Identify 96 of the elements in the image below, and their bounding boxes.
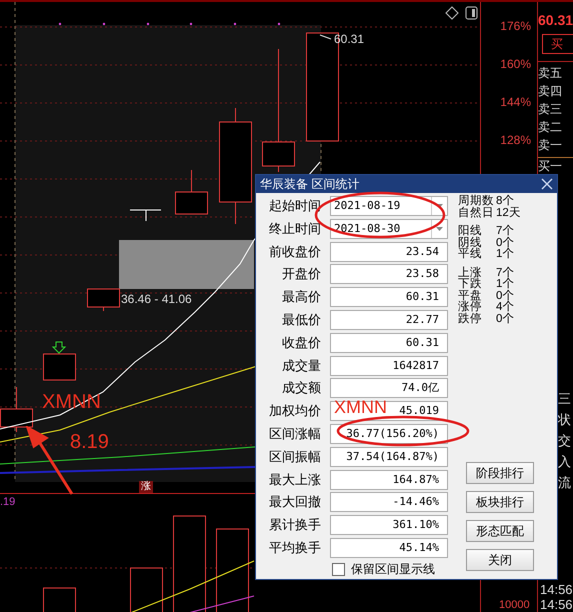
marker-dot [58, 22, 62, 26]
field-label: 成交量 [281, 356, 321, 375]
date-dropdown[interactable]: 2021-08-19 [330, 196, 448, 216]
value-field: 36.77(156.20%) [330, 424, 448, 444]
candlestick [175, 170, 208, 214]
ask-label: 卖三 [538, 101, 563, 118]
axis-tick: 10000 [499, 599, 530, 611]
candlestick [43, 354, 76, 380]
value-field: 23.58 [330, 264, 448, 284]
field-label: 累计换手 [268, 516, 321, 534]
value-field: 361.10% [330, 515, 448, 536]
dialog-button[interactable]: 板块排行 [466, 491, 534, 513]
stat-value: 0个 [496, 314, 514, 325]
stat-label: 周期数 [458, 196, 495, 207]
panel-toggle-icon[interactable] [466, 6, 478, 20]
stat-label: 平线 [458, 249, 483, 260]
stat-label: 自然日 [458, 208, 495, 219]
side-text: 入 [558, 453, 572, 471]
ask-label: 卖二 [538, 119, 563, 136]
limit-tag: 涨 [139, 481, 153, 493]
field-label: 终止时间 [268, 220, 321, 238]
side-text: 三 [558, 390, 572, 408]
stat-value: 7个 [496, 268, 514, 278]
last-price: 60.31 [538, 12, 573, 28]
stat-value: 0个 [496, 238, 514, 248]
candlestick [130, 210, 162, 222]
ask-label: 卖一 [538, 137, 563, 154]
side-text: 交 [558, 432, 572, 450]
field-label: 收盘价 [281, 334, 321, 352]
field-label: 加权均价 [268, 402, 321, 420]
indicator-value: .19 [0, 496, 16, 508]
window-title: 华辰装备 区间统计 [260, 176, 360, 192]
value-field: 60.31 [330, 287, 448, 308]
marker-dot [278, 22, 280, 26]
marker-dot [102, 22, 106, 26]
axis-tick: 144% [500, 95, 531, 109]
down-arrow-icon [52, 342, 66, 354]
dialog-button[interactable]: 关闭 [466, 549, 534, 571]
buy-button[interactable]: 买 [542, 34, 573, 54]
stat-label: 涨停 [458, 302, 483, 313]
stat-value: 0个 [496, 290, 514, 302]
checkbox[interactable] [332, 562, 345, 576]
stat-label: 阴线 [458, 238, 483, 248]
value-field: 74.0亿 [330, 378, 448, 398]
field-label: 最大回撤 [268, 493, 321, 512]
axis-tick: 128% [500, 133, 531, 147]
field-label: 最低价 [281, 310, 321, 329]
field-label: 区间振幅 [268, 448, 321, 466]
value-field: 1642817 [330, 356, 448, 376]
diamond-icon[interactable] [445, 6, 459, 20]
candlestick [87, 288, 120, 312]
leader-line [320, 34, 332, 40]
checkbox-label: 保留区间显示线 [351, 560, 435, 578]
stat-label: 阳线 [458, 226, 483, 237]
stat-value: 12天 [496, 208, 521, 219]
value-field: 45.14% [330, 538, 448, 558]
value-field: -14.46% [330, 492, 448, 512]
side-text: 流 [558, 474, 572, 492]
range-label: 36.46 - 41.06 [121, 292, 192, 306]
value-field: 164.87% [330, 470, 448, 490]
trade-time: 14:56 [540, 582, 573, 597]
stat-value: 1个 [496, 279, 514, 290]
value-field: 37.54(164.87%) [330, 446, 448, 467]
ask-label: 卖四 [538, 83, 563, 100]
close-icon[interactable] [541, 178, 553, 190]
value-field: 60.31 [330, 332, 448, 353]
field-label: 最高价 [281, 288, 321, 306]
stat-value: 8个 [496, 196, 514, 207]
axis-tick: 176% [500, 19, 531, 33]
dialog-button[interactable]: 形态匹配 [466, 520, 534, 542]
field-label: 成交额 [281, 379, 321, 398]
trade-time: 14:56 [540, 597, 573, 612]
field-label: 前收盘价 [268, 242, 321, 261]
stat-label: 平盘 [458, 290, 483, 302]
dialog-button[interactable]: 阶段排行 [466, 462, 534, 484]
stat-value: 1个 [496, 249, 514, 260]
marker-dot [146, 22, 150, 26]
axis-tick: 160% [500, 57, 531, 71]
field-label: 平均换手 [268, 538, 321, 557]
annotation-text: XMNN [334, 398, 387, 416]
value-field: 23.54 [330, 242, 448, 262]
field-label: 区间涨幅 [268, 424, 321, 443]
marker-dot [190, 22, 192, 26]
ask-label: 卖五 [538, 65, 563, 82]
value-field: 22.77 [330, 310, 448, 330]
stat-label: 跌停 [458, 314, 483, 325]
stat-label: 下跌 [458, 279, 483, 290]
stat-label: 上涨 [458, 268, 483, 278]
field-label: 起始时间 [268, 197, 321, 215]
annotation-text: 8.19 [70, 432, 109, 452]
field-label: 最大上涨 [268, 470, 321, 489]
marker-dot [234, 22, 236, 26]
stat-value: 4个 [496, 302, 514, 313]
side-text: 状 [558, 411, 572, 429]
field-label: 开盘价 [281, 265, 321, 284]
stat-value: 7个 [496, 226, 514, 237]
